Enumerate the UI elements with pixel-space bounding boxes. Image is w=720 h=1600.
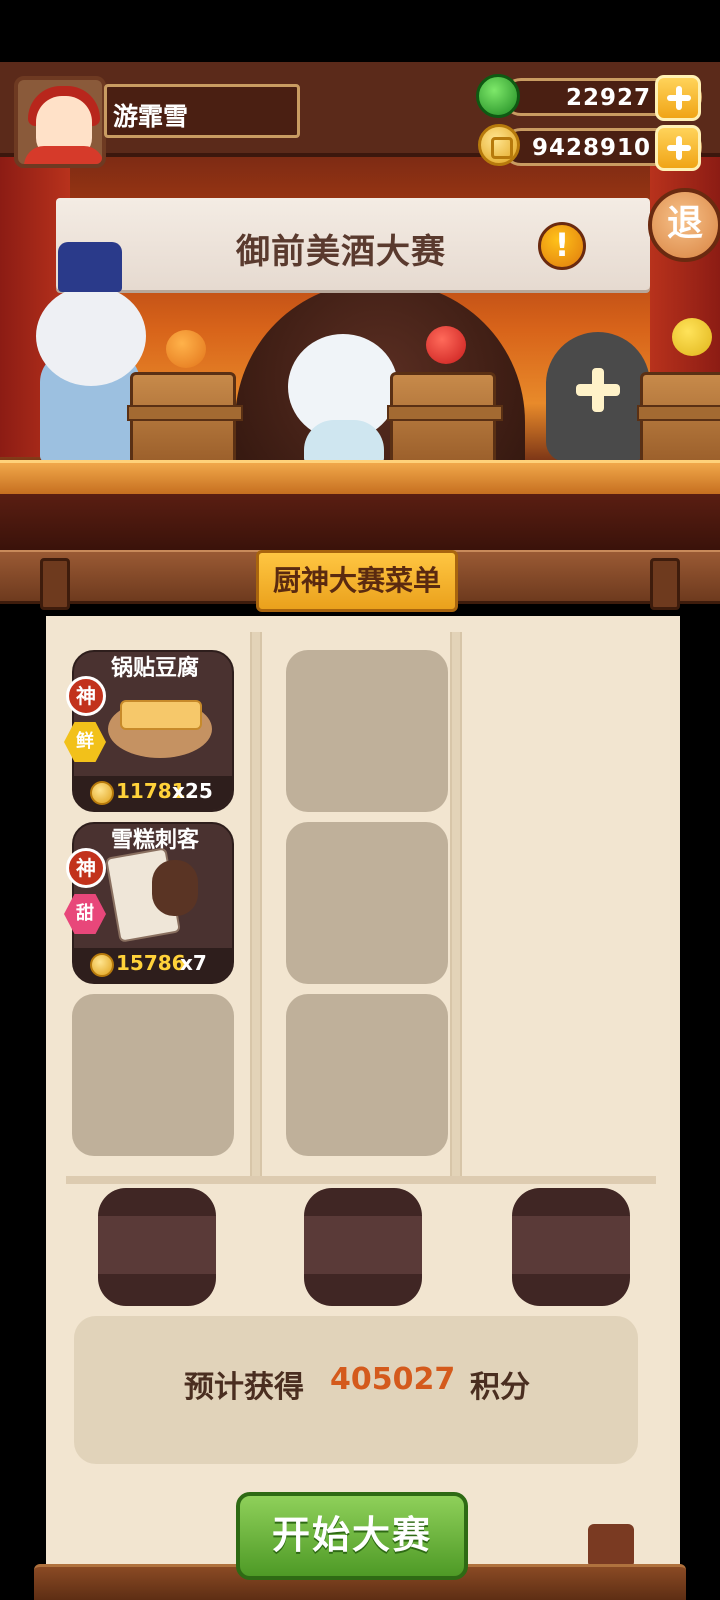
judge-crate-right xyxy=(637,372,720,468)
pear-icon xyxy=(672,318,712,356)
exit-button[interactable]: 退 xyxy=(648,188,720,262)
event-title: 御前美酒大赛 xyxy=(236,232,446,272)
add-judge-slot[interactable] xyxy=(546,332,650,462)
empty-dish-slot[interactable] xyxy=(72,994,234,1156)
chef-seat-3[interactable] xyxy=(512,1188,630,1306)
stage-counter xyxy=(0,460,720,494)
dish-price: 15786 xyxy=(116,951,186,975)
score-suffix: 积分 xyxy=(470,1370,530,1405)
info-alert-icon[interactable]: ! xyxy=(538,222,586,270)
add-jade-button[interactable] xyxy=(655,75,701,121)
dish-count: x25 xyxy=(172,779,213,803)
knife-block-decor xyxy=(588,1524,634,1568)
menu-title: 厨神大赛菜单 xyxy=(256,550,458,612)
stage-counter-front xyxy=(0,494,720,550)
empty-dish-slot[interactable] xyxy=(286,650,448,812)
dish-name: 锅贴豆腐 xyxy=(110,656,199,681)
jade-amount: 22927 xyxy=(565,85,651,111)
empty-dish-slot[interactable] xyxy=(286,822,448,984)
score-value: 405027 xyxy=(330,1362,456,1397)
contest-stage: 游霏雪 22927 9428910 御前美酒大赛 ! 退 xyxy=(0,62,720,550)
dish-count: x7 xyxy=(180,951,207,975)
dish-card-ice-cream[interactable]: 雪糕刺客 神 甜 15786 x7 xyxy=(64,822,234,984)
apple-icon xyxy=(426,326,466,364)
score-estimate-panel: 预计获得 405027 积分 xyxy=(74,1316,638,1464)
player-avatar[interactable] xyxy=(14,76,106,168)
coin-icon xyxy=(478,124,520,166)
chef-seat-1[interactable] xyxy=(98,1188,216,1306)
score-prefix: 预计获得 xyxy=(184,1370,304,1405)
status-bar xyxy=(0,0,720,62)
coin-icon xyxy=(90,953,114,977)
coin-icon xyxy=(90,781,114,805)
grade-badge: 神 xyxy=(66,676,106,716)
coin-amount: 9428910 xyxy=(531,135,651,161)
jade-counter: 22927 xyxy=(502,75,702,121)
grade-badge: 神 xyxy=(66,848,106,888)
jade-icon xyxy=(476,74,520,118)
dish-card-guotie-tofu[interactable]: 锅贴豆腐 神 鲜 11781 x25 xyxy=(64,650,234,812)
judge-crate-left xyxy=(127,372,243,468)
add-coins-button[interactable] xyxy=(655,125,701,171)
judge-crate-center xyxy=(387,372,503,468)
start-contest-button[interactable]: 开始大赛 xyxy=(236,1492,468,1580)
coin-counter: 9428910 xyxy=(502,125,702,171)
player-name-plate: 游霏雪 xyxy=(104,84,300,138)
player-name: 游霏雪 xyxy=(113,102,189,131)
chef-seat-2[interactable] xyxy=(304,1188,422,1306)
orange-icon xyxy=(166,330,206,368)
empty-dish-slot[interactable] xyxy=(286,994,448,1156)
